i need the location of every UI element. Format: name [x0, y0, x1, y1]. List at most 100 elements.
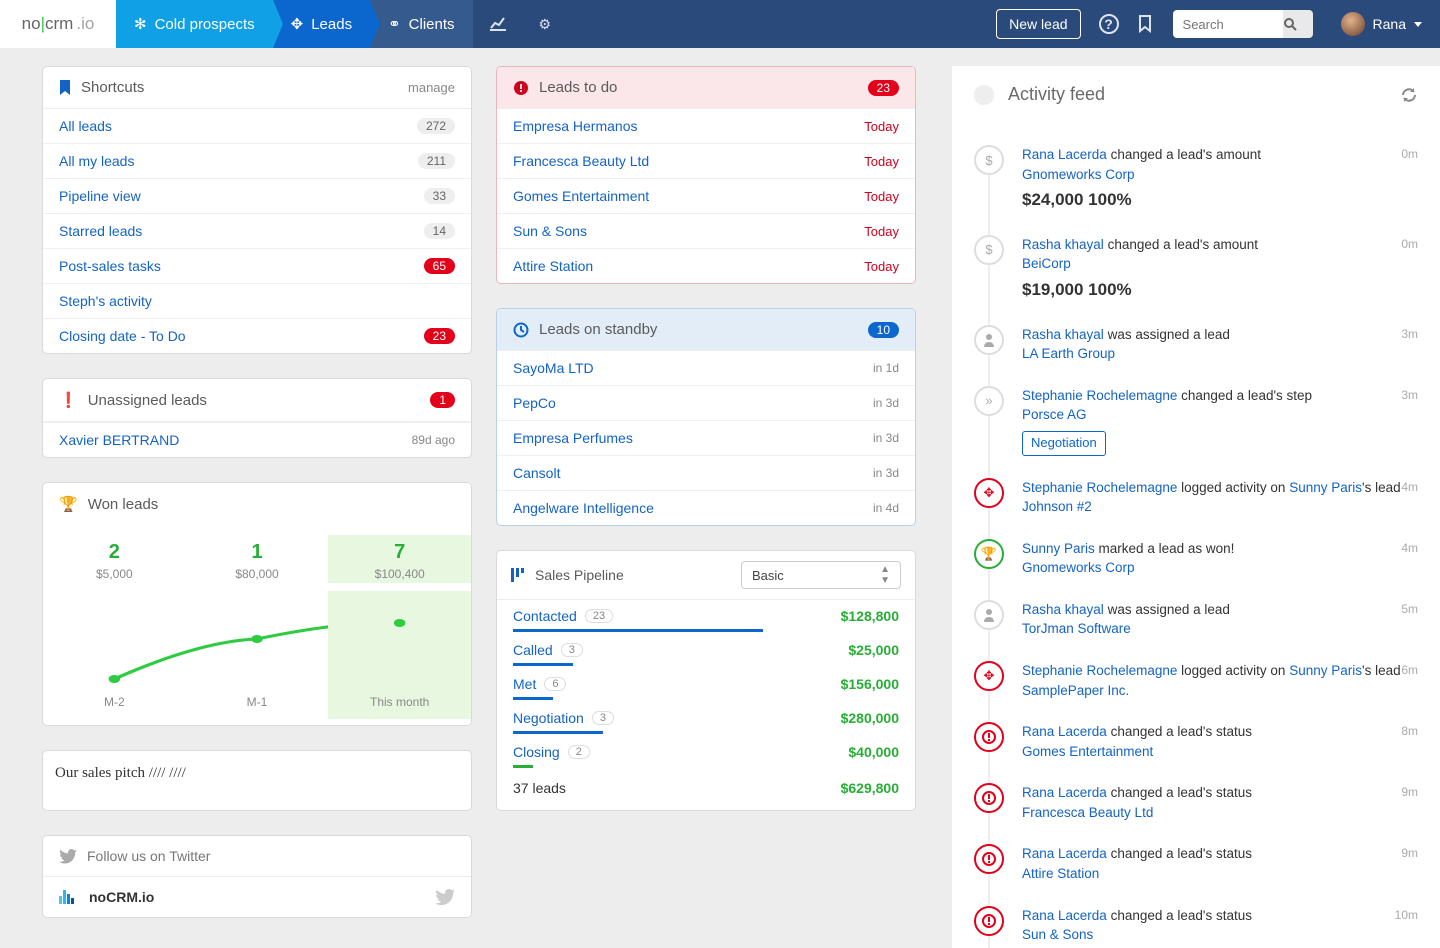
shortcut-row[interactable]: Starred leads14 — [43, 213, 471, 248]
won-count: 2 — [43, 541, 186, 564]
pipeline-stage-row[interactable]: Called3$25,000 — [497, 634, 915, 658]
lead-row[interactable]: Attire StationToday — [497, 248, 915, 283]
clock-icon — [513, 322, 529, 338]
feed-actor: Stephanie Rochelemagne — [1022, 663, 1177, 678]
shortcut-row[interactable]: Closing date - To Do23 — [43, 318, 471, 353]
tab-clients[interactable]: ⚭Clients — [370, 0, 472, 48]
count-badge: 23 — [424, 328, 455, 344]
pipeline-stage-row[interactable]: Contacted23$128,800 — [497, 600, 915, 624]
lead-row[interactable]: Sun & SonsToday — [497, 213, 915, 248]
feed-item[interactable]: $Rasha khayal changed a lead's amountBei… — [974, 235, 1418, 325]
pipeline-total-count: 37 leads — [513, 780, 566, 796]
shortcut-row[interactable]: All my leads211 — [43, 143, 471, 178]
feed-actor: Stephanie Rochelemagne — [1022, 388, 1177, 403]
feed-item[interactable]: Rana Lacerda changed a lead's statusSun … — [974, 906, 1418, 948]
feed-step-tag: Negotiation — [1022, 431, 1106, 456]
unassigned-lead-row[interactable]: Xavier BERTRAND 89d ago — [43, 422, 471, 457]
feed-item[interactable]: ✥Stephanie Rochelemagne logged activity … — [974, 661, 1418, 722]
count-badge: 65 — [424, 258, 455, 274]
lead-row[interactable]: Empresa HermanosToday — [497, 109, 915, 143]
user-menu[interactable]: Rana — [1323, 0, 1440, 48]
lead-row[interactable]: SayoMa LTDin 1d — [497, 351, 915, 385]
pipeline-select[interactable]: Basic▲▼ — [741, 561, 901, 589]
stage-count: 2 — [568, 745, 590, 759]
feed-item[interactable]: »Stephanie Rochelemagne changed a lead's… — [974, 386, 1418, 478]
feed-time: 3m — [1401, 327, 1418, 341]
feed-time: 10m — [1395, 908, 1418, 922]
logo[interactable]: no|crm.io — [0, 0, 116, 48]
lead-name: PepCo — [513, 395, 556, 411]
feed-actor: Stephanie Rochelemagne — [1022, 480, 1177, 495]
lead-row[interactable]: PepCoin 3d — [497, 385, 915, 420]
user-name: Rana — [1373, 16, 1406, 32]
trophy-icon: 🏆 — [59, 495, 78, 513]
logo-suf: .io — [76, 14, 94, 34]
stage-amount: $156,000 — [841, 676, 899, 692]
feed-user-icon — [974, 325, 1004, 355]
twitter-account-row[interactable]: noCRM.io — [43, 877, 471, 917]
lead-name: Empresa Perfumes — [513, 430, 633, 446]
feed-time: 3m — [1401, 388, 1418, 402]
feed-actor: Rana Lacerda — [1022, 785, 1107, 800]
help-button[interactable]: ? — [1091, 0, 1127, 48]
won-amount: $5,000 — [43, 567, 186, 581]
snowflake-icon: ✻ — [134, 15, 147, 33]
nav-settings[interactable]: ⚙ — [523, 0, 568, 48]
lead-due: in 3d — [873, 466, 899, 480]
card-title: Leads to do — [539, 79, 617, 96]
refresh-button[interactable] — [1400, 87, 1418, 103]
feed-time: 0m — [1401, 147, 1418, 161]
lead-name: Gomes Entertainment — [513, 188, 649, 204]
feed-action: marked a lead as won! — [1095, 541, 1235, 556]
lead-row[interactable]: Angelware Intelligencein 4d — [497, 490, 915, 525]
feed-target-icon: ✥ — [974, 478, 1004, 508]
pipeline-stage-row[interactable]: Closing2$40,000 — [497, 736, 915, 760]
feed-actor2: Sunny Paris — [1289, 480, 1362, 495]
leads-standby-card: Leads on standby 10 SayoMa LTDin 1dPepCo… — [496, 308, 916, 526]
lead-row[interactable]: Gomes EntertainmentToday — [497, 178, 915, 213]
feed-item[interactable]: ✥Stephanie Rochelemagne logged activity … — [974, 478, 1418, 539]
pipeline-stage-row[interactable]: Negotiation3$280,000 — [497, 702, 915, 726]
feed-item[interactable]: Rana Lacerda changed a lead's statusGome… — [974, 722, 1418, 783]
tab-leads[interactable]: ✥Leads — [273, 0, 370, 48]
count-badge: 23 — [868, 80, 899, 96]
manage-link[interactable]: manage — [408, 80, 455, 95]
shortcut-row[interactable]: All leads272 — [43, 109, 471, 143]
tab-cold-prospects[interactable]: ✻Cold prospects — [116, 0, 273, 48]
stage-name: Met — [513, 676, 536, 692]
nav-stats[interactable] — [473, 0, 523, 48]
won-count: 1 — [186, 541, 329, 564]
search-button[interactable] — [1283, 10, 1313, 38]
shortcut-row[interactable]: Pipeline view33 — [43, 178, 471, 213]
select-value: Basic — [752, 568, 784, 583]
pipeline-stage-row[interactable]: Met6$156,000 — [497, 668, 915, 692]
pipeline-total-amount: $629,800 — [841, 780, 899, 796]
feed-item[interactable]: $Rana Lacerda changed a lead's amountGno… — [974, 145, 1418, 235]
sales-pitch-box[interactable]: Our sales pitch //// //// — [42, 750, 472, 811]
alert-icon: ❗ — [59, 391, 78, 409]
shortcut-row[interactable]: Post-sales tasks65 — [43, 248, 471, 283]
search — [1173, 0, 1313, 48]
lead-row[interactable]: Francesca Beauty LtdToday — [497, 143, 915, 178]
stage-bar — [513, 765, 533, 768]
feed-item[interactable]: 🏆Sunny Paris marked a lead as won!Gnomew… — [974, 539, 1418, 600]
feed-object: TorJman Software — [1022, 621, 1131, 636]
feed-item[interactable]: Rana Lacerda changed a lead's statusAtti… — [974, 844, 1418, 905]
feed-object: SamplePaper Inc. — [1022, 683, 1129, 698]
topbar: no|crm.io ✻Cold prospects ✥Leads ⚭Client… — [0, 0, 1440, 48]
lead-due: Today — [864, 224, 899, 239]
card-title: Follow us on Twitter — [87, 848, 210, 864]
search-input[interactable] — [1173, 10, 1283, 38]
feed-item[interactable]: Rana Lacerda changed a lead's statusFran… — [974, 783, 1418, 844]
feed-item[interactable]: Rasha khayal was assigned a leadTorJman … — [974, 600, 1418, 661]
lead-row[interactable]: Empresa Perfumesin 3d — [497, 420, 915, 455]
lead-name: Francesca Beauty Ltd — [513, 153, 649, 169]
feed-item[interactable]: Rasha khayal was assigned a leadLA Earth… — [974, 325, 1418, 386]
bookmark-button[interactable] — [1127, 0, 1163, 48]
feed-actor: Rana Lacerda — [1022, 846, 1107, 861]
lead-row[interactable]: Cansoltin 3d — [497, 455, 915, 490]
shortcut-row[interactable]: Steph's activity — [43, 283, 471, 318]
feed-time: 4m — [1401, 480, 1418, 494]
count-badge: 33 — [424, 188, 455, 204]
new-lead-button[interactable]: New lead — [996, 9, 1080, 39]
